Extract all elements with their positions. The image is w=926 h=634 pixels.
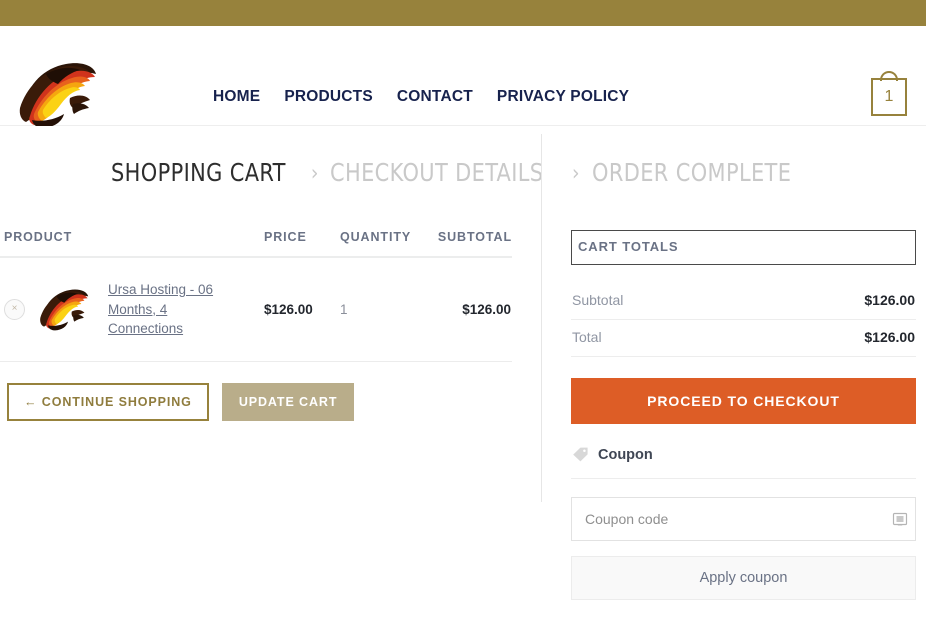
cart-actions: ← CONTINUE SHOPPING UPDATE CART (0, 362, 512, 421)
cart-totals-title-box: CART TOTALS (571, 230, 916, 265)
cart-item-remove-cell: × (0, 257, 34, 361)
column-header-product: PRODUCT (4, 230, 73, 244)
totals-label-subtotal: Subtotal (572, 292, 624, 308)
column-header-subtotal: SUBTOTAL (437, 230, 512, 244)
nav-link-privacy-policy[interactable]: PRIVACY POLICY (497, 88, 629, 106)
cart-item-name-cell: Ursa Hosting - 06 Months, 4 Connections (98, 257, 264, 361)
nav-link-products[interactable]: PRODUCTS (284, 88, 373, 106)
cart-table-header-row: PRODUCT PRICE QUANTITY SUBTOTAL (0, 230, 512, 257)
nav-link-contact[interactable]: CONTACT (397, 88, 473, 106)
totals-table: Subtotal $126.00 Total $126.00 (571, 283, 916, 357)
cart-totals-section: CART TOTALS Subtotal $126.00 Total $126.… (571, 230, 916, 600)
cart-page: SHOPPING CART › CHECKOUT DETAILS › ORDER… (0, 126, 926, 634)
totals-label-total: Total (572, 329, 602, 345)
form-autofill-icon[interactable] (892, 511, 908, 527)
step-order-complete[interactable]: ORDER COMPLETE (592, 158, 791, 187)
cart-item-name-link[interactable]: Ursa Hosting - 06 Months, 4 Connections (108, 280, 228, 339)
checkout-steps: SHOPPING CART › CHECKOUT DETAILS › ORDER… (111, 158, 806, 187)
column-header-price: PRICE (264, 230, 307, 244)
totals-value-total: $126.00 (864, 329, 915, 345)
cart-item-price: $126.00 (264, 301, 313, 317)
shopping-bag-icon (880, 71, 898, 81)
coupon-heading: Coupon (598, 446, 653, 463)
site-logo-icon (19, 63, 96, 128)
continue-shopping-button[interactable]: ← CONTINUE SHOPPING (7, 382, 209, 421)
main-navigation: HOME PRODUCTS CONTACT PRIVACY POLICY (213, 88, 629, 106)
table-row: × Ursa Hosting - 06 Months, 4 Connection… (0, 257, 512, 362)
totals-row-subtotal: Subtotal $126.00 (571, 283, 916, 320)
proceed-to-checkout-button[interactable]: PROCEED TO CHECKOUT (571, 378, 916, 424)
totals-row-total: Total $126.00 (571, 320, 916, 357)
apply-coupon-button[interactable]: Apply coupon (571, 556, 916, 600)
site-logo[interactable] (10, 54, 102, 134)
step-shopping-cart[interactable]: SHOPPING CART (111, 158, 286, 187)
cart-item-thumbnail-cell (34, 257, 98, 361)
product-thumbnail[interactable] (34, 283, 92, 335)
cart-button[interactable]: 1 (871, 71, 907, 116)
coupon-code-input[interactable] (571, 497, 916, 541)
cart-totals-title: CART TOTALS (578, 239, 679, 254)
chevron-right-icon: › (310, 160, 319, 185)
nav-link-home[interactable]: HOME (213, 88, 260, 106)
tag-icon (573, 447, 588, 462)
column-divider (541, 134, 542, 502)
update-cart-button[interactable]: UPDATE CART (221, 382, 355, 421)
cart-item-quantity[interactable]: 1 (340, 257, 432, 361)
step-checkout-details[interactable]: CHECKOUT DETAILS (330, 158, 543, 187)
cart-table: PRODUCT PRICE QUANTITY SUBTOTAL × Ursa H… (0, 230, 512, 362)
coupon-input-wrapper (571, 497, 916, 541)
totals-value-subtotal: $126.00 (864, 292, 915, 308)
top-accent-bar (0, 0, 926, 26)
cart-count-badge: 1 (884, 88, 894, 105)
chevron-right-icon: › (571, 160, 580, 185)
site-header: HOME PRODUCTS CONTACT PRIVACY POLICY 1 (0, 26, 926, 128)
column-header-quantity: QUANTITY (340, 230, 412, 244)
cart-item-subtotal: $126.00 (462, 301, 511, 317)
coupon-section-header[interactable]: Coupon (571, 424, 916, 479)
remove-x-icon[interactable]: × (4, 298, 25, 320)
cart-items-section: PRODUCT PRICE QUANTITY SUBTOTAL × Ursa H… (0, 230, 512, 421)
